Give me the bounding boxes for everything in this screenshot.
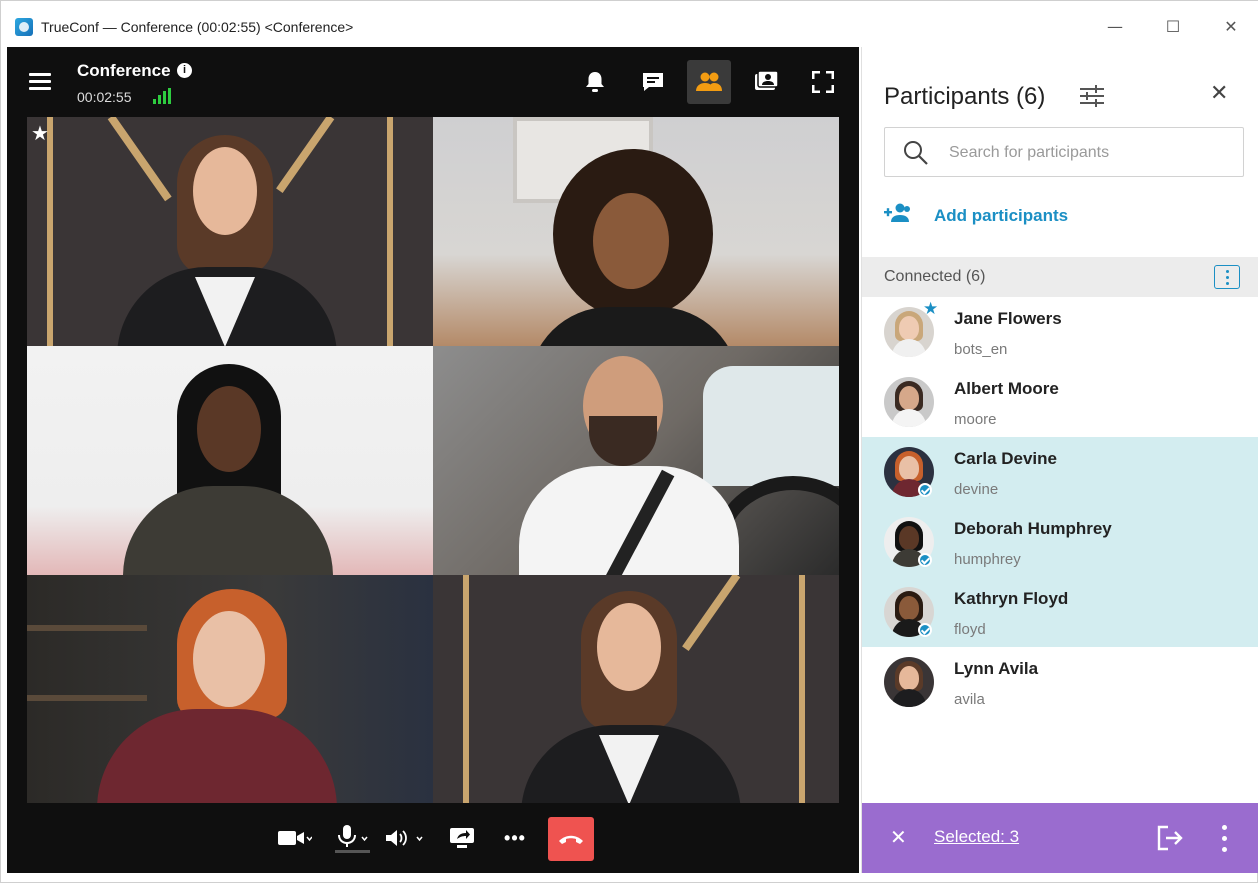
participant-row[interactable]: Lynn Avila avila: [862, 647, 1258, 717]
owner-star-icon: ★: [923, 299, 939, 319]
menu-icon[interactable]: [29, 73, 51, 91]
more-vertical-icon[interactable]: [1222, 825, 1228, 853]
video-tile[interactable]: [433, 346, 839, 575]
participant-name: Albert Moore: [954, 379, 1059, 398]
participant-row[interactable]: Carla Devine devine: [862, 437, 1258, 507]
selected-check-icon: [918, 623, 932, 637]
microphone-button[interactable]: [329, 823, 375, 853]
add-participants-button[interactable]: Add participants: [884, 203, 1068, 228]
maximize-button[interactable]: ☐: [1161, 15, 1185, 39]
avatar: [884, 657, 934, 707]
bell-icon[interactable]: [573, 60, 617, 104]
conference-timer: 00:02:55: [77, 89, 132, 105]
participant-row[interactable]: ★ Jane Flowers bots_en: [862, 297, 1258, 367]
participant-login: devine: [954, 481, 999, 498]
avatar: [884, 377, 934, 427]
app-window: TrueConf — Conference (00:02:55) <Confer…: [0, 0, 1258, 883]
search-icon: [903, 140, 929, 171]
participant-login: moore: [954, 411, 997, 428]
selected-check-icon: [918, 553, 932, 567]
more-options-button[interactable]: •••: [495, 823, 535, 853]
info-icon[interactable]: i: [177, 63, 192, 78]
search-box[interactable]: [884, 127, 1244, 177]
search-input[interactable]: [949, 141, 1229, 165]
participant-login: humphrey: [954, 551, 1021, 568]
selected-count-link[interactable]: Selected: 3: [934, 827, 1019, 847]
participant-name: Deborah Humphrey: [954, 519, 1112, 538]
participants-icon[interactable]: [687, 60, 731, 104]
add-participants-label: Add participants: [934, 205, 1069, 225]
conference-area: Conference i 00:02:55 ★ •••: [7, 47, 859, 873]
clear-selection-button[interactable]: ✕: [890, 825, 907, 849]
video-tile[interactable]: ★: [27, 117, 433, 346]
video-tile[interactable]: [433, 117, 839, 346]
remove-from-conference-icon[interactable]: [1156, 825, 1184, 856]
add-user-icon: [884, 203, 912, 228]
chat-icon[interactable]: [631, 60, 675, 104]
video-tile[interactable]: [27, 575, 433, 804]
star-icon: ★: [31, 121, 49, 145]
participant-name: Jane Flowers: [954, 309, 1062, 328]
selection-footer: ✕ Selected: 3: [862, 803, 1258, 873]
participant-row[interactable]: Kathryn Floyd floyd: [862, 577, 1258, 647]
screen-share-button[interactable]: [447, 823, 477, 853]
video-grid: ★: [27, 117, 839, 804]
connected-label: Connected (6): [884, 268, 986, 285]
hang-up-button[interactable]: [548, 817, 594, 861]
participant-name: Kathryn Floyd: [954, 589, 1069, 608]
participants-list: ★ Jane Flowers bots_en Albert Moore moor…: [862, 297, 1258, 717]
participant-login: floyd: [954, 621, 986, 638]
participant-row[interactable]: Albert Moore moore: [862, 367, 1258, 437]
window-title: TrueConf — Conference (00:02:55) <Confer…: [41, 19, 354, 35]
close-window-button[interactable]: ✕: [1219, 15, 1243, 39]
video-tile[interactable]: [433, 575, 839, 804]
minimize-button[interactable]: —: [1103, 15, 1127, 39]
conference-title: Conference: [77, 61, 171, 80]
section-menu-icon[interactable]: [1214, 265, 1240, 289]
filter-icon[interactable]: [1080, 85, 1104, 112]
signal-strength-icon: [153, 88, 171, 104]
close-panel-button[interactable]: ✕: [1210, 81, 1228, 106]
participant-name: Carla Devine: [954, 449, 1057, 468]
trueconf-logo-icon: [15, 18, 33, 36]
selected-check-icon: [918, 483, 932, 497]
speaker-button[interactable]: [383, 823, 427, 853]
fullscreen-icon[interactable]: [801, 60, 845, 104]
conference-toolbar: •••: [7, 803, 859, 873]
conference-header: Conference i 00:02:55: [7, 47, 859, 117]
participant-name: Lynn Avila: [954, 659, 1039, 678]
participant-row[interactable]: Deborah Humphrey humphrey: [862, 507, 1258, 577]
title-bar: TrueConf — Conference (00:02:55) <Confer…: [1, 1, 1258, 47]
gallery-icon[interactable]: [745, 60, 789, 104]
connected-section-header: Connected (6): [862, 257, 1258, 297]
participants-panel: Participants (6) ✕ Add participants Conn…: [861, 47, 1258, 873]
participant-login: avila: [954, 691, 985, 708]
participant-login: bots_en: [954, 341, 1008, 358]
panel-title: Participants (6): [884, 83, 1046, 110]
video-tile[interactable]: [27, 346, 433, 575]
camera-button[interactable]: [275, 823, 315, 853]
